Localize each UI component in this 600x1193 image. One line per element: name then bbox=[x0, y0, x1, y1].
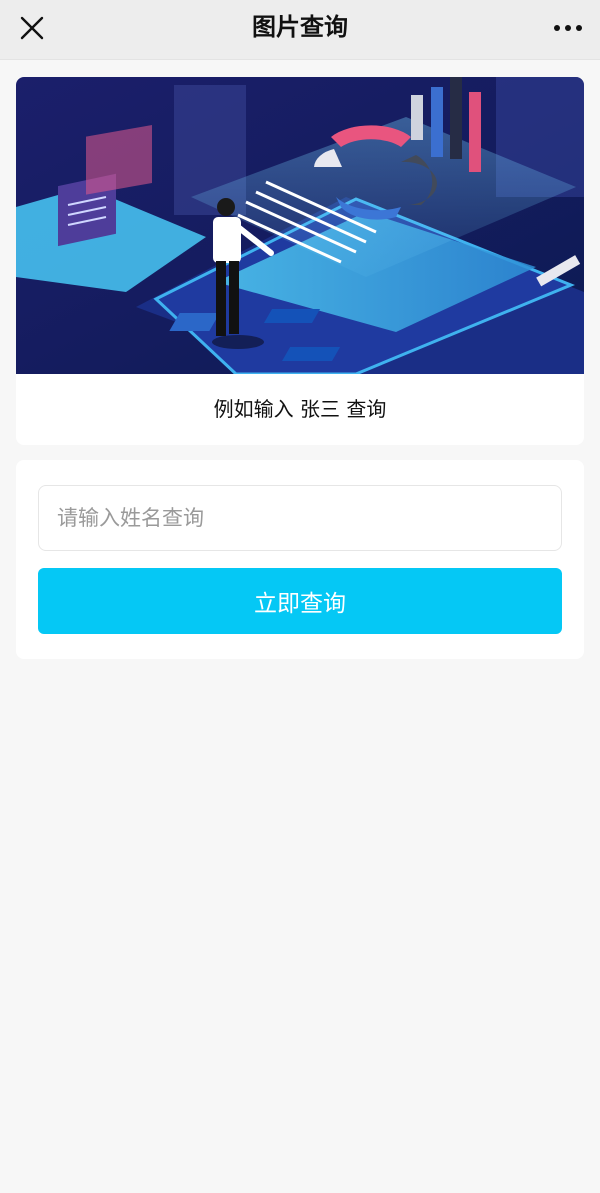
search-submit-button[interactable]: 立即查询 bbox=[38, 568, 562, 634]
search-card: 立即查询 bbox=[16, 460, 584, 659]
more-icon bbox=[554, 25, 582, 31]
name-search-input[interactable] bbox=[38, 485, 562, 551]
top-navigation-bar: 图片查询 bbox=[0, 0, 600, 60]
page-title: 图片查询 bbox=[252, 13, 348, 41]
banner-illustration bbox=[16, 77, 584, 374]
banner-hint-text: 例如输入 张三 查询 bbox=[213, 397, 387, 421]
banner-card: 例如输入 张三 查询 bbox=[16, 77, 584, 445]
more-button[interactable] bbox=[550, 10, 586, 46]
